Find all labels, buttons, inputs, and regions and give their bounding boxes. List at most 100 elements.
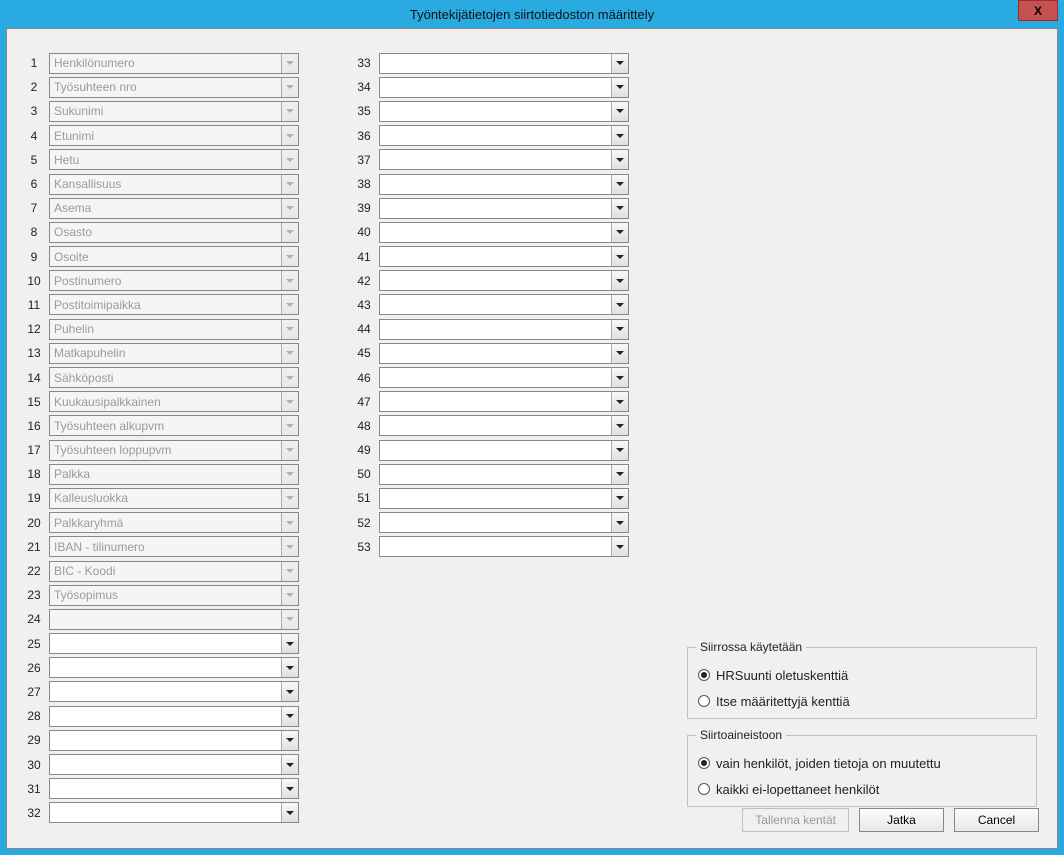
field-dropdown[interactable] xyxy=(379,488,629,509)
radio-changed-only[interactable]: vain henkilöt, joiden tietoja on muutett… xyxy=(698,750,1026,776)
field-dropdown[interactable] xyxy=(379,270,629,291)
field-dropdown[interactable] xyxy=(379,512,629,533)
chevron-down-icon[interactable] xyxy=(611,54,628,73)
group-legend: Siirtoaineistoon xyxy=(696,728,786,742)
chevron-down-icon[interactable] xyxy=(611,441,628,460)
dropdown-value: Palkka xyxy=(54,467,281,481)
field-number: 7 xyxy=(19,201,49,215)
field-dropdown[interactable] xyxy=(379,149,629,170)
field-row: 22BIC - Koodi xyxy=(19,559,299,583)
field-dropdown[interactable] xyxy=(49,633,299,654)
chevron-down-icon[interactable] xyxy=(281,803,298,822)
field-dropdown[interactable] xyxy=(379,415,629,436)
field-row: 8Osasto xyxy=(19,220,299,244)
chevron-down-icon[interactable] xyxy=(611,150,628,169)
field-dropdown[interactable] xyxy=(49,706,299,727)
chevron-down-icon[interactable] xyxy=(281,755,298,774)
chevron-down-icon[interactable] xyxy=(611,295,628,314)
field-dropdown[interactable] xyxy=(379,440,629,461)
field-row: 34 xyxy=(349,75,629,99)
field-dropdown[interactable] xyxy=(379,101,629,122)
chevron-down-icon[interactable] xyxy=(611,247,628,266)
dropdown-value: Osasto xyxy=(54,225,281,239)
field-number: 14 xyxy=(19,371,49,385)
field-dropdown: Henkilönumero xyxy=(49,53,299,74)
chevron-down-icon[interactable] xyxy=(281,731,298,750)
field-row: 10Postinumero xyxy=(19,269,299,293)
field-dropdown[interactable] xyxy=(379,198,629,219)
chevron-down-icon[interactable] xyxy=(611,416,628,435)
field-dropdown[interactable] xyxy=(379,391,629,412)
field-dropdown: Kalleusluokka xyxy=(49,488,299,509)
radio-default-fields[interactable]: HRSuunti oletuskenttiä xyxy=(698,662,1026,688)
field-dropdown[interactable] xyxy=(379,222,629,243)
field-row: 42 xyxy=(349,269,629,293)
chevron-down-icon[interactable] xyxy=(611,102,628,121)
chevron-down-icon[interactable] xyxy=(281,634,298,653)
field-dropdown[interactable] xyxy=(379,294,629,315)
field-dropdown: Kansallisuus xyxy=(49,174,299,195)
chevron-down-icon[interactable] xyxy=(611,199,628,218)
radio-all-active[interactable]: kaikki ei-lopettaneet henkilöt xyxy=(698,776,1026,802)
dropdown-value: Kansallisuus xyxy=(54,177,281,191)
cancel-button[interactable]: Cancel xyxy=(954,808,1039,832)
chevron-down-icon xyxy=(281,368,298,387)
dropdown-value: Matkapuhelin xyxy=(54,346,281,360)
field-dropdown[interactable] xyxy=(379,77,629,98)
chevron-down-icon[interactable] xyxy=(611,175,628,194)
field-dropdown[interactable] xyxy=(379,174,629,195)
chevron-down-icon[interactable] xyxy=(611,271,628,290)
field-dropdown: IBAN - tilinumero xyxy=(49,536,299,557)
field-dropdown[interactable] xyxy=(49,657,299,678)
field-dropdown[interactable] xyxy=(379,53,629,74)
field-dropdown[interactable] xyxy=(379,536,629,557)
radio-custom-fields[interactable]: Itse määritettyjä kenttiä xyxy=(698,688,1026,714)
field-row: 16Työsuhteen alkupvm xyxy=(19,414,299,438)
dropdown-value: Työsuhteen alkupvm xyxy=(54,419,281,433)
field-dropdown[interactable] xyxy=(49,730,299,751)
field-dropdown[interactable] xyxy=(379,246,629,267)
chevron-down-icon[interactable] xyxy=(611,537,628,556)
chevron-down-icon[interactable] xyxy=(281,682,298,701)
chevron-down-icon[interactable] xyxy=(611,368,628,387)
close-button[interactable]: X xyxy=(1018,0,1058,21)
chevron-down-icon[interactable] xyxy=(611,489,628,508)
chevron-down-icon[interactable] xyxy=(611,126,628,145)
field-number: 44 xyxy=(349,322,379,336)
field-dropdown[interactable] xyxy=(379,464,629,485)
field-dropdown[interactable] xyxy=(379,125,629,146)
dropdown-value: Kuukausipalkkainen xyxy=(54,395,281,409)
chevron-down-icon[interactable] xyxy=(611,223,628,242)
field-number: 27 xyxy=(19,685,49,699)
chevron-down-icon[interactable] xyxy=(611,465,628,484)
field-row: 43 xyxy=(349,293,629,317)
field-row: 7Asema xyxy=(19,196,299,220)
chevron-down-icon[interactable] xyxy=(281,779,298,798)
field-dropdown: Etunimi xyxy=(49,125,299,146)
chevron-down-icon[interactable] xyxy=(611,78,628,97)
buttons-row: Tallenna kentät Jatka Cancel xyxy=(742,808,1039,832)
field-number: 46 xyxy=(349,371,379,385)
field-row: 48 xyxy=(349,414,629,438)
field-dropdown[interactable] xyxy=(49,802,299,823)
field-row: 46 xyxy=(349,365,629,389)
field-dropdown[interactable] xyxy=(379,319,629,340)
chevron-down-icon[interactable] xyxy=(611,513,628,532)
chevron-down-icon[interactable] xyxy=(281,658,298,677)
chevron-down-icon[interactable] xyxy=(611,392,628,411)
continue-button[interactable]: Jatka xyxy=(859,808,944,832)
chevron-down-icon[interactable] xyxy=(611,320,628,339)
field-dropdown[interactable] xyxy=(49,778,299,799)
chevron-down-icon[interactable] xyxy=(611,344,628,363)
field-dropdown[interactable] xyxy=(49,754,299,775)
chevron-down-icon xyxy=(281,247,298,266)
radio-label: Itse määritettyjä kenttiä xyxy=(716,694,850,709)
field-dropdown[interactable] xyxy=(49,681,299,702)
field-number: 39 xyxy=(349,201,379,215)
chevron-down-icon[interactable] xyxy=(281,707,298,726)
field-dropdown[interactable] xyxy=(379,343,629,364)
field-dropdown[interactable] xyxy=(379,367,629,388)
field-row: 36 xyxy=(349,124,629,148)
field-dropdown: Sähköposti xyxy=(49,367,299,388)
dropdown-value: Hetu xyxy=(54,153,281,167)
